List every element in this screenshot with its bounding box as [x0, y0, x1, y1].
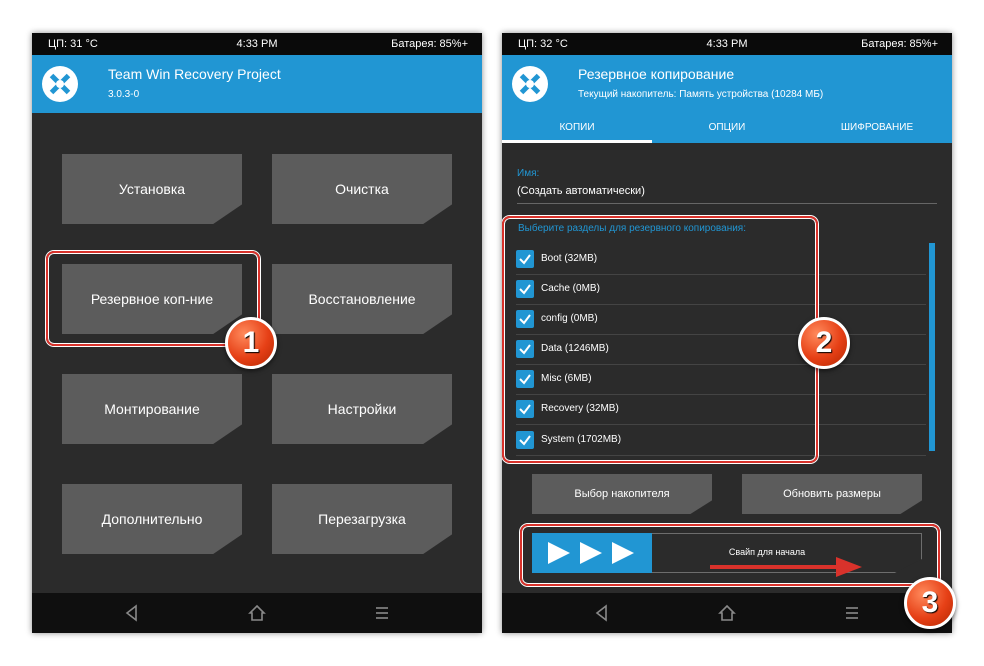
backup-name-field[interactable]: (Создать автоматически) — [517, 185, 645, 197]
twrp-main-screen: ЦП: 31 °C 4:33 PM Батарея: 85%+ Team Win… — [32, 33, 482, 633]
home-icon[interactable] — [247, 603, 267, 623]
reboot-button[interactable]: Перезагрузка — [272, 484, 452, 554]
step-marker-2: 2 — [798, 317, 850, 369]
select-storage-button[interactable]: Выбор накопителя — [532, 474, 712, 514]
partitions-highlight — [502, 216, 818, 463]
refresh-sizes-button[interactable]: Обновить размеры — [742, 474, 922, 514]
menu-icon[interactable] — [842, 603, 862, 623]
status-bar: ЦП: 31 °C 4:33 PM Батарея: 85%+ — [32, 33, 482, 55]
mount-button[interactable]: Монтирование — [62, 374, 242, 444]
restore-button[interactable]: Восстановление — [272, 264, 452, 334]
divider — [517, 203, 937, 204]
wipe-button[interactable]: Очистка — [272, 154, 452, 224]
battery-level: Батарея: 85%+ — [391, 38, 468, 50]
step-marker-3: 3 — [904, 577, 956, 629]
nav-bar — [502, 593, 952, 633]
app-title: Team Win Recovery Project — [108, 66, 281, 82]
swipe-highlight — [520, 524, 940, 586]
page-title: Резервное копирование — [578, 66, 735, 82]
advanced-button[interactable]: Дополнительно — [62, 484, 242, 554]
current-storage: Текущий накопитель: Память устройства (1… — [578, 89, 824, 100]
battery-level: Батарея: 85%+ — [861, 38, 938, 50]
home-icon[interactable] — [717, 603, 737, 623]
tab-backups[interactable]: КОПИИ — [502, 113, 652, 143]
step-marker-1: 1 — [225, 317, 277, 369]
status-bar: ЦП: 32 °C 4:33 PM Батарея: 85%+ — [502, 33, 952, 55]
app-header: Team Win Recovery Project 3.0.3-0 — [32, 55, 482, 113]
twrp-logo-icon — [42, 66, 78, 102]
nav-bar — [32, 593, 482, 633]
install-button[interactable]: Установка — [62, 154, 242, 224]
tab-options[interactable]: ОПЦИИ — [652, 113, 802, 143]
twrp-backup-screen: ЦП: 32 °C 4:33 PM Батарея: 85%+ Резервно… — [502, 33, 952, 633]
twrp-logo-icon — [512, 66, 548, 102]
partitions-scrollbar[interactable] — [929, 243, 935, 451]
menu-icon[interactable] — [372, 603, 392, 623]
back-icon[interactable] — [592, 603, 612, 623]
back-icon[interactable] — [122, 603, 142, 623]
settings-button[interactable]: Настройки — [272, 374, 452, 444]
backup-name-label: Имя: — [517, 168, 540, 179]
app-version: 3.0.3-0 — [108, 89, 140, 100]
tab-bar: КОПИИ ОПЦИИ ШИФРОВАНИЕ — [502, 113, 952, 143]
app-header: Резервное копирование Текущий накопитель… — [502, 55, 952, 113]
tab-encryption[interactable]: ШИФРОВАНИЕ — [802, 113, 952, 143]
